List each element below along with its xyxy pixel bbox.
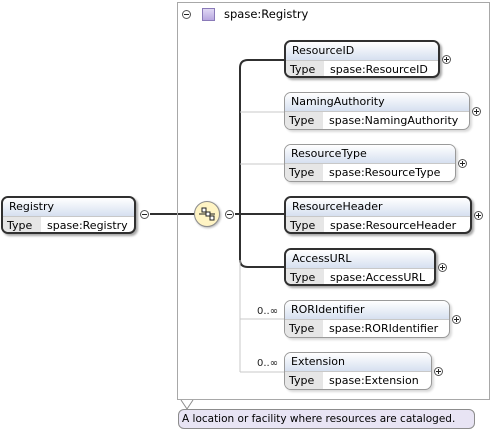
- child-element[interactable]: Extension Type spase:Extension: [284, 352, 432, 390]
- expand-child-icon[interactable]: [438, 263, 447, 272]
- child-element-name: Extension: [285, 353, 431, 372]
- child-type-key: Type: [285, 372, 323, 389]
- child-element-name: ResourceID: [286, 42, 438, 61]
- child-element-name: RORIdentifier: [285, 301, 449, 320]
- documentation-balloon: A location or facility where resources a…: [178, 409, 475, 429]
- expand-child-icon[interactable]: [474, 211, 483, 220]
- child-element[interactable]: ResourceType Type spase:ResourceType: [284, 144, 456, 182]
- child-element[interactable]: ResourceID Type spase:ResourceID: [284, 40, 440, 78]
- child-type-key: Type: [285, 164, 323, 181]
- occurrence-label: 0..∞: [257, 358, 279, 369]
- child-element-name: NamingAuthority: [285, 93, 469, 112]
- root-element-name: Registry: [3, 198, 134, 217]
- child-element[interactable]: ResourceHeader Type spase:ResourceHeader: [284, 196, 472, 234]
- child-type-value: spase:NamingAuthority: [329, 114, 459, 127]
- sequence-compositor[interactable]: [194, 201, 220, 227]
- child-type-key: Type: [286, 61, 324, 76]
- root-type-value: spase:Registry: [47, 219, 128, 232]
- child-type-value: spase:ResourceType: [329, 166, 441, 179]
- child-type-key: Type: [285, 320, 323, 337]
- expand-child-icon[interactable]: [434, 367, 443, 376]
- expand-child-icon[interactable]: [472, 107, 481, 116]
- occurrence-label: 0..∞: [257, 306, 279, 317]
- child-element-name: ResourceType: [285, 145, 455, 164]
- child-type-value: spase:ResourceID: [330, 63, 428, 76]
- root-type-key: Type: [3, 217, 41, 232]
- child-type-key: Type: [285, 112, 323, 129]
- sequence-compositor-icon: [199, 207, 215, 221]
- child-type-value: spase:ResourceHeader: [330, 219, 457, 232]
- child-element-name: AccessURL: [286, 250, 434, 269]
- child-element[interactable]: RORIdentifier Type spase:RORIdentifier: [284, 300, 450, 338]
- collapse-complex-type-icon[interactable]: [182, 10, 191, 19]
- child-type-key: Type: [286, 217, 324, 232]
- complex-type-icon: [202, 8, 215, 21]
- collapse-root-icon[interactable]: [140, 210, 149, 219]
- documentation-text: A location or facility where resources a…: [182, 413, 456, 425]
- collapse-sequence-icon[interactable]: [225, 210, 234, 219]
- child-type-value: spase:RORIdentifier: [329, 322, 439, 335]
- child-type-value: spase:Extension: [329, 374, 419, 387]
- root-element-registry[interactable]: Registry Type spase:Registry: [1, 196, 136, 234]
- child-element[interactable]: AccessURL Type spase:AccessURL: [284, 248, 436, 286]
- expand-child-icon[interactable]: [442, 55, 451, 64]
- expand-child-icon[interactable]: [452, 315, 461, 324]
- child-type-value: spase:AccessURL: [330, 271, 426, 284]
- child-type-key: Type: [286, 269, 324, 284]
- expand-child-icon[interactable]: [458, 159, 467, 168]
- child-element[interactable]: NamingAuthority Type spase:NamingAuthority: [284, 92, 470, 130]
- complex-type-title: spase:Registry: [224, 7, 309, 21]
- child-element-name: ResourceHeader: [286, 198, 470, 217]
